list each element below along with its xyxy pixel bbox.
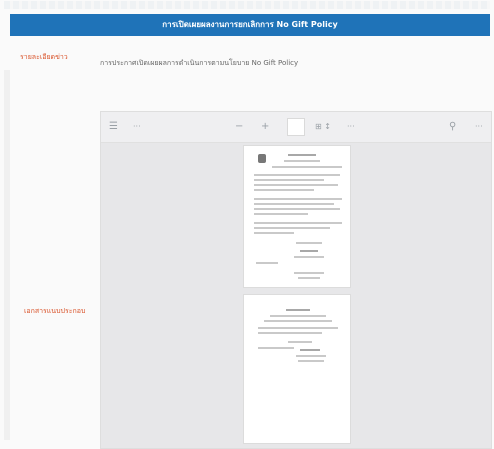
attachment-label: เอกสารแนบประกอบ (24, 307, 86, 315)
left-faint-column (4, 70, 10, 440)
zoom-out-button[interactable]: − (235, 112, 243, 142)
page-title-bar: การเปิดเผยผลงานการยกเลิกการ No Gift Poli… (10, 14, 490, 36)
zoom-level-input[interactable] (287, 118, 305, 136)
page-title: การเปิดเผยผลงานการยกเลิกการ No Gift Poli… (162, 20, 338, 29)
file-name: ··· (133, 122, 141, 131)
menu-icon[interactable]: ☰ (109, 112, 118, 142)
zoom-in-button[interactable]: + (261, 112, 269, 142)
emblem-icon (258, 154, 266, 163)
document-page-2[interactable] (243, 294, 351, 444)
subject-value: การประกาศเปิดเผยผลการดำเนินการตามนโยบาย … (100, 59, 299, 67)
more-menu-button[interactable]: ··· (475, 112, 483, 142)
more-options-button[interactable]: ··· (347, 112, 355, 142)
document-page-1[interactable] (243, 145, 351, 288)
top-faint-text (4, 1, 490, 9)
fit-page-button[interactable]: ⊞ ↕ (315, 112, 331, 142)
subject-label: รายละเอียดข่าว (20, 53, 68, 61)
pdf-viewer[interactable]: ☰ ··· − + ⊞ ↕ ··· ⚲ ··· (100, 111, 492, 449)
search-icon[interactable]: ⚲ (449, 112, 456, 142)
pdf-toolbar: ☰ ··· − + ⊞ ↕ ··· ⚲ ··· (101, 112, 491, 143)
